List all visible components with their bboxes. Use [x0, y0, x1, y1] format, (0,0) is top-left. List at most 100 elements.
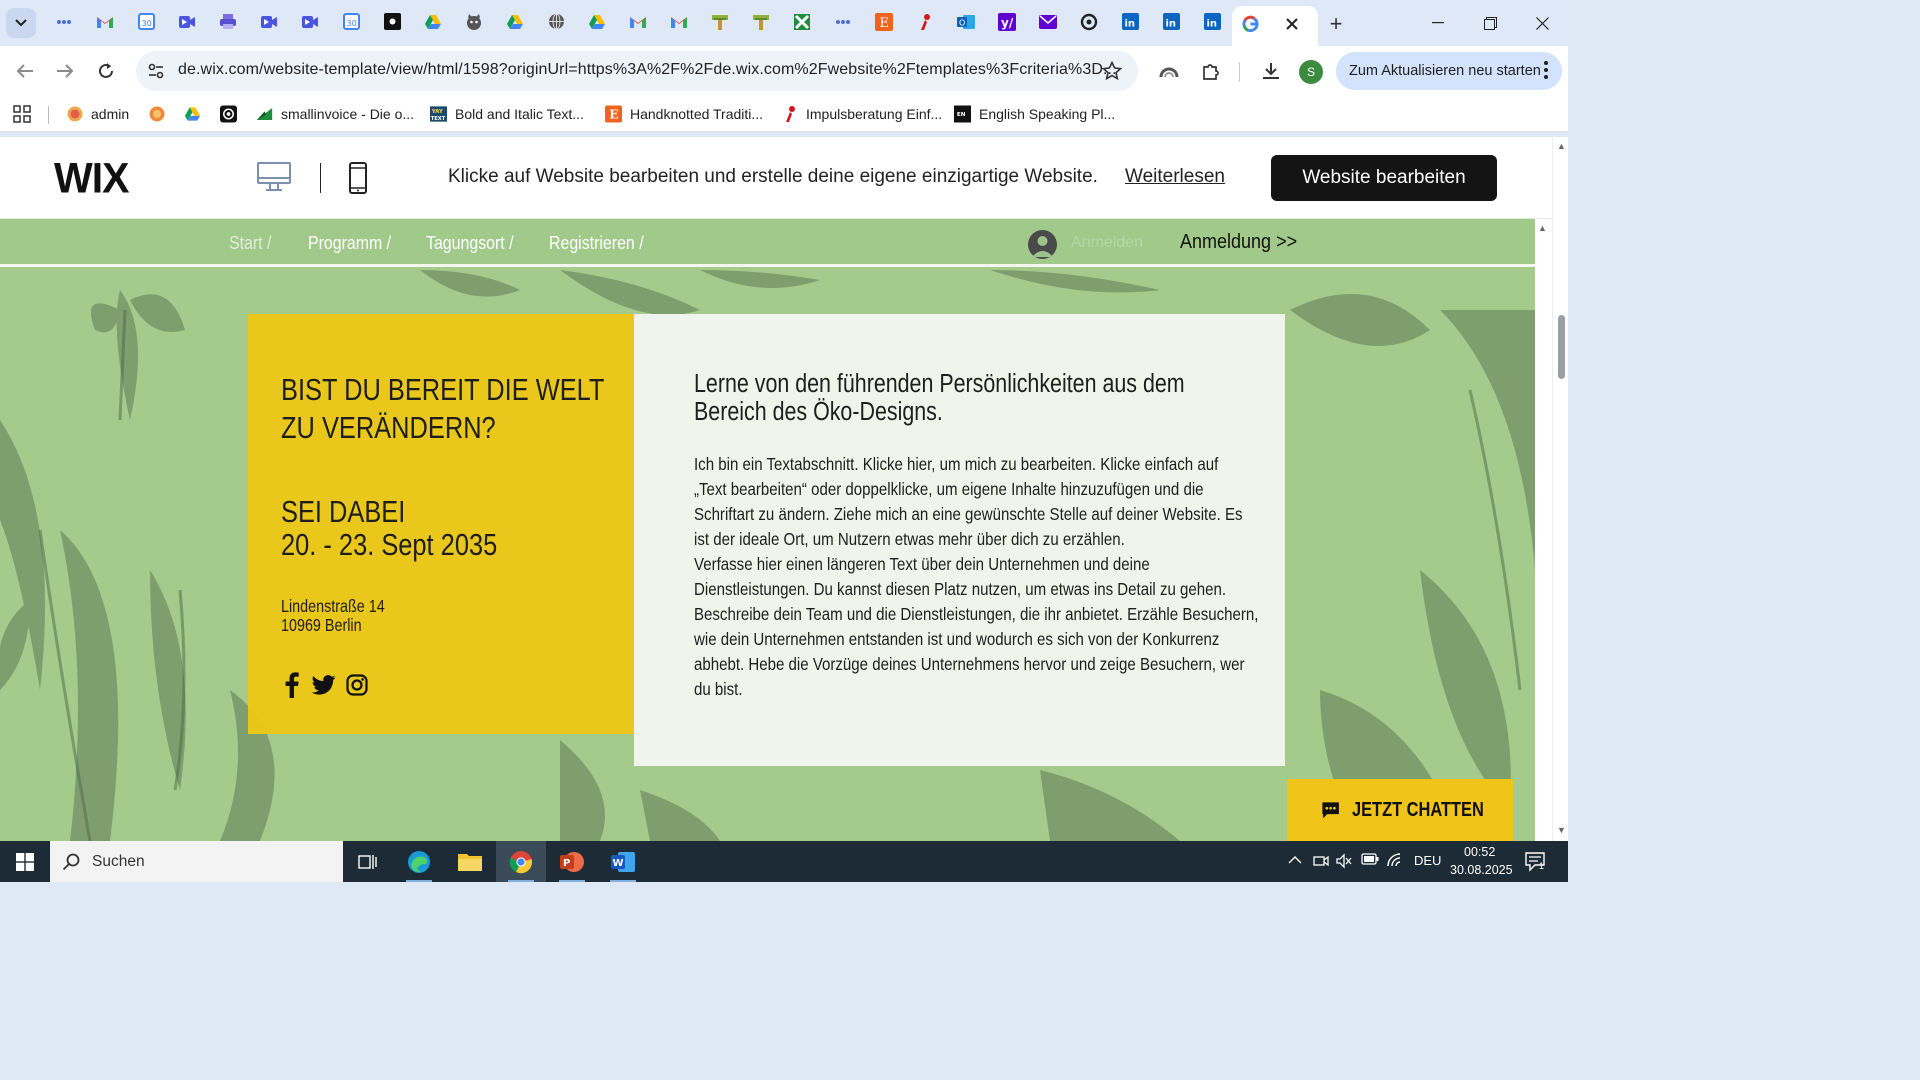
- browser-tab[interactable]: [208, 8, 248, 40]
- page-scrollbar[interactable]: ▲ ▼: [1552, 137, 1568, 841]
- bookmark-item[interactable]: admin: [66, 104, 129, 124]
- site-info-icon[interactable]: [147, 62, 165, 85]
- mobile-view-icon[interactable]: [348, 161, 368, 200]
- notifications-icon[interactable]: 1: [1525, 852, 1547, 875]
- clock-date[interactable]: 30.08.2025: [1450, 863, 1513, 877]
- address-bar[interactable]: de.wix.com/website-template/view/html/15…: [136, 51, 1138, 91]
- file-explorer-button[interactable]: [445, 841, 495, 882]
- scrollbar-thumb[interactable]: [1558, 315, 1565, 379]
- browser-tab[interactable]: [905, 8, 945, 40]
- site-scrollbar[interactable]: ▲: [1535, 219, 1552, 841]
- taskbar-search-box[interactable]: Suchen: [50, 841, 343, 882]
- extensions-puzzle-icon[interactable]: [1196, 56, 1226, 86]
- tray-chevron-up-icon[interactable]: [1288, 853, 1302, 868]
- bookmark-item[interactable]: smallinvoice - Die o...: [256, 104, 414, 124]
- browser-tab[interactable]: [85, 8, 125, 40]
- minimize-button[interactable]: [1412, 0, 1464, 46]
- browser-tab[interactable]: E: [864, 8, 904, 40]
- edit-website-button[interactable]: Website bearbeiten: [1271, 155, 1497, 201]
- browser-tab[interactable]: [249, 8, 289, 40]
- bookmark-item[interactable]: YAY TEXT Bold and Italic Text...: [430, 104, 584, 124]
- task-view-button[interactable]: [343, 841, 393, 882]
- powerpoint-taskbar-button[interactable]: P: [547, 841, 597, 882]
- browser-tab[interactable]: y/: [987, 8, 1027, 40]
- browser-tab[interactable]: [372, 8, 412, 40]
- volume-muted-icon[interactable]: [1336, 853, 1352, 872]
- bookmark-item[interactable]: [148, 104, 173, 124]
- reload-button[interactable]: [91, 56, 121, 86]
- video-icon: [260, 15, 278, 34]
- nav-start[interactable]: Start /: [229, 232, 271, 254]
- scroll-up-arrow-icon[interactable]: ▲: [1557, 141, 1566, 151]
- bookmark-item[interactable]: Impulsberatung Einf...: [781, 104, 942, 124]
- chrome-taskbar-button[interactable]: [496, 841, 546, 882]
- profile-avatar[interactable]: S: [1299, 60, 1323, 84]
- bookmark-item[interactable]: E Handknotted Traditi...: [605, 104, 763, 124]
- back-button[interactable]: [10, 56, 40, 86]
- browser-tab[interactable]: [659, 8, 699, 40]
- browser-tab[interactable]: [495, 8, 535, 40]
- battery-icon[interactable]: [1361, 853, 1379, 868]
- input-language[interactable]: DEU: [1414, 853, 1441, 868]
- facebook-icon[interactable]: [280, 672, 304, 698]
- chat-now-button[interactable]: JETZT CHATTEN: [1287, 779, 1513, 841]
- bookmark-item[interactable]: [220, 104, 245, 124]
- browser-tab[interactable]: [1069, 8, 1109, 40]
- browser-tab[interactable]: [618, 8, 658, 40]
- browser-tab[interactable]: [700, 8, 740, 40]
- user-avatar-icon[interactable]: [1028, 230, 1057, 259]
- download-icon[interactable]: [1256, 56, 1286, 86]
- browser-tab[interactable]: 30: [126, 8, 166, 40]
- close-tab-icon[interactable]: [1284, 16, 1300, 37]
- new-tab-button[interactable]: +: [1322, 10, 1350, 38]
- instagram-icon[interactable]: [345, 672, 369, 698]
- bookmarks-bar: admin smallinvoice - Die o... YAY TEXT Bold …: [0, 96, 1568, 132]
- browser-tab[interactable]: [536, 8, 576, 40]
- browser-tab[interactable]: [413, 8, 453, 40]
- browser-tab[interactable]: [454, 8, 494, 40]
- forward-button[interactable]: [50, 56, 80, 86]
- browser-tab[interactable]: [577, 8, 617, 40]
- edge-taskbar-button[interactable]: [394, 841, 444, 882]
- bookmark-star-icon[interactable]: [1101, 60, 1123, 86]
- close-window-button[interactable]: [1516, 0, 1568, 46]
- browser-tab[interactable]: [782, 8, 822, 40]
- read-more-link[interactable]: Weiterlesen: [1125, 166, 1225, 188]
- browser-tab[interactable]: in: [1151, 8, 1191, 40]
- clock-time[interactable]: 00:52: [1464, 845, 1495, 859]
- wix-logo[interactable]: WIX: [54, 154, 129, 203]
- nav-programm[interactable]: Programm /: [308, 232, 391, 254]
- extension-rainbow-icon[interactable]: [1154, 56, 1184, 86]
- scroll-up-arrow-icon[interactable]: ▲: [1538, 223, 1547, 233]
- browser-tab[interactable]: [167, 8, 207, 40]
- apps-grid-icon[interactable]: [13, 104, 31, 124]
- browser-tab[interactable]: [1028, 8, 1068, 40]
- restore-button[interactable]: [1464, 0, 1516, 46]
- anmeldung-link[interactable]: Anmeldung >>: [1180, 231, 1297, 254]
- meet-now-icon[interactable]: [1313, 853, 1329, 872]
- browser-tab[interactable]: 30: [331, 8, 371, 40]
- running-indicator: [406, 880, 432, 882]
- browser-tab[interactable]: [741, 8, 781, 40]
- desktop-view-icon[interactable]: [256, 161, 292, 198]
- browser-tab[interactable]: O: [946, 8, 986, 40]
- bookmark-item[interactable]: [184, 104, 209, 124]
- browser-tab[interactable]: [44, 8, 84, 40]
- browser-tab[interactable]: [823, 8, 863, 40]
- scroll-down-arrow-icon[interactable]: ▼: [1557, 825, 1566, 835]
- bookmark-item[interactable]: EN English Speaking Pl...: [954, 104, 1115, 124]
- google-icon: [1242, 15, 1259, 32]
- browser-tab[interactable]: in: [1192, 8, 1232, 40]
- start-button[interactable]: [0, 841, 50, 882]
- browser-tab[interactable]: [290, 8, 330, 40]
- nav-tagungsort[interactable]: Tagungsort /: [426, 232, 514, 254]
- nav-registrieren[interactable]: Registrieren /: [549, 232, 644, 254]
- word-taskbar-button[interactable]: W: [598, 841, 648, 882]
- tab-search-button[interactable]: [6, 8, 36, 38]
- update-restart-button[interactable]: Zum Aktualisieren neu starten: [1336, 52, 1562, 90]
- browser-tab[interactable]: in: [1110, 8, 1150, 40]
- active-tab[interactable]: [1232, 6, 1318, 46]
- login-link[interactable]: Anmelden: [1071, 234, 1143, 252]
- twitter-icon[interactable]: [312, 672, 336, 698]
- wifi-icon[interactable]: [1387, 853, 1403, 870]
